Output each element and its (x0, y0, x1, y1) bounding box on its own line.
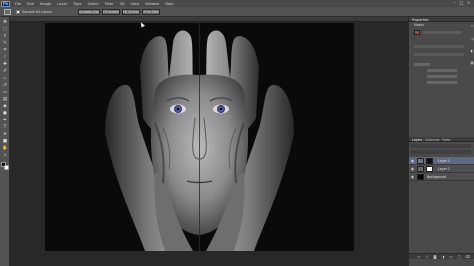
density-slider[interactable] (414, 45, 464, 48)
photoshop-logo: Ps (1, 0, 10, 7)
color-range-button[interactable] (427, 75, 457, 78)
lasso-icon[interactable]: ℓ (2, 34, 8, 39)
menu-layer[interactable]: Layer (54, 2, 70, 6)
layers-footer-bar: ∞ ƒ ◙ ◑ ▭ ▢ ⌫ (409, 253, 474, 259)
options-bar: Sample All Layers Scrubby Zoom Fit Scree… (0, 7, 474, 17)
gradient-icon[interactable]: ▤ (2, 97, 8, 102)
move-icon[interactable]: ✥ (2, 20, 8, 25)
maximize-icon[interactable]: □ (459, 1, 464, 5)
invert-button[interactable] (427, 81, 457, 84)
healing-brush-icon[interactable]: ✚ (2, 62, 8, 67)
sample-all-layers-label: Sample All Layers (22, 9, 53, 14)
layer-thumbnail (417, 158, 424, 164)
layers-filter-bar[interactable] (411, 144, 471, 148)
scrubby-zoom-button[interactable]: Scrubby Zoom (78, 8, 100, 15)
layer-mask-thumbnail-small[interactable] (426, 166, 433, 172)
menu-window[interactable]: Window (142, 2, 162, 6)
group-icon[interactable]: ▭ (449, 255, 453, 259)
properties-panel-header[interactable]: Properties (409, 17, 474, 22)
layer-thumbnail (417, 166, 424, 172)
eraser-icon[interactable]: ▭ (2, 90, 8, 95)
styles-panel-icon[interactable]: ▦ (470, 61, 474, 65)
layer-thumbnail (417, 174, 424, 180)
eye-icon[interactable]: ◉ (411, 175, 415, 179)
properties-title: Properties (412, 17, 429, 22)
document-canvas[interactable] (45, 23, 354, 251)
shape-icon[interactable]: ■ (2, 139, 8, 144)
path-select-icon[interactable]: ➤ (2, 132, 8, 137)
pen-icon[interactable]: ✒ (2, 118, 8, 123)
menu-image[interactable]: Image (37, 2, 54, 6)
layer-row[interactable]: ◉ Background (409, 173, 474, 181)
trash-icon[interactable]: ⌫ (465, 255, 470, 259)
menu-3d[interactable]: 3D (117, 2, 128, 6)
menu-file[interactable]: File (12, 2, 24, 6)
minimize-icon[interactable]: – (452, 1, 457, 5)
clone-stamp-icon[interactable]: ⊥ (2, 76, 8, 81)
type-icon[interactable]: T (2, 125, 8, 130)
menu-filter[interactable]: Filter (102, 2, 117, 6)
menu-help[interactable]: Help (162, 2, 176, 6)
link-icon[interactable]: ∞ (417, 255, 421, 259)
layer-name[interactable]: Background (427, 175, 446, 179)
layer-name[interactable]: Layer 1 (438, 159, 450, 163)
menu-view[interactable]: View (128, 2, 143, 6)
menu-bar: Ps File Edit Image Layer Type Select Fil… (0, 0, 474, 7)
panel-collapse-icon[interactable]: » (470, 24, 474, 28)
fit-screen-button[interactable]: Fit Screen (102, 8, 120, 15)
layer-name[interactable]: Layer 1 (438, 167, 450, 171)
dodge-icon[interactable]: ● (2, 111, 8, 116)
hand-icon[interactable]: ✋ (2, 146, 8, 151)
document-tab-bar (10, 17, 408, 22)
sample-all-layers-checkbox[interactable] (16, 10, 20, 14)
refine-label-row (414, 63, 430, 66)
canvas-artwork (45, 23, 354, 251)
layer-row[interactable]: ◉ Layer 1 (409, 165, 474, 173)
layers-panel-header: Layers Channels Paths (409, 137, 474, 142)
mask-edge-button[interactable] (427, 69, 457, 72)
menu-edit[interactable]: Edit (24, 2, 37, 6)
feather-slider[interactable] (414, 53, 464, 56)
blend-mode-row[interactable] (411, 150, 471, 154)
eye-icon[interactable]: ◉ (411, 159, 415, 163)
crop-icon[interactable]: ⌗ (2, 48, 8, 53)
menu-select[interactable]: Select (85, 2, 102, 6)
history-brush-icon[interactable]: ↺ (2, 83, 8, 88)
properties-subtitle: Masks (414, 23, 424, 27)
history-panel-icon[interactable]: ◷ (470, 37, 474, 41)
brush-icon[interactable]: ✐ (2, 69, 8, 74)
fill-screen-button[interactable]: Fill Screen (122, 8, 140, 15)
new-layer-icon[interactable]: ▢ (457, 255, 461, 259)
print-size-button[interactable]: Print Size (142, 8, 160, 15)
eyedropper-icon[interactable]: ⁄ (2, 55, 8, 60)
right-panel-dock: Properties Masks » ◷ ◐ ▦ Layers Channels… (408, 17, 474, 266)
adjustment-layer-icon[interactable]: ◑ (441, 255, 445, 259)
marquee-icon[interactable]: ⬚ (2, 27, 8, 32)
mask-info-row (423, 31, 461, 34)
background-color-swatch[interactable] (3, 164, 9, 170)
layer-row[interactable]: ◉ Layer 1 (409, 157, 474, 165)
tab-channels[interactable]: Channels (425, 138, 439, 142)
menu-type[interactable]: Type (70, 2, 84, 6)
quick-select-icon[interactable]: ✎ (2, 41, 8, 46)
zoom-tool-icon[interactable] (4, 9, 11, 15)
tab-layers[interactable]: Layers (412, 138, 422, 142)
close-icon[interactable]: × (466, 1, 471, 5)
zoom-icon[interactable]: ⌕ (2, 153, 8, 158)
eye-icon[interactable]: ◉ (411, 167, 415, 171)
layer-mask-thumbnail[interactable] (414, 30, 420, 35)
adjustments-panel-icon[interactable]: ◐ (470, 49, 474, 53)
blur-icon[interactable]: ◆ (2, 104, 8, 109)
tab-paths[interactable]: Paths (442, 138, 450, 142)
add-mask-icon[interactable]: ◙ (433, 255, 437, 259)
layer-mask-thumbnail-small[interactable] (426, 158, 433, 164)
fx-icon[interactable]: ƒ (425, 255, 429, 259)
tools-panel: ✥ ⬚ ℓ ✎ ⌗ ⁄ ✚ ✐ ⊥ ↺ ▭ ▤ ◆ ● ✒ T ➤ ■ ✋ ⌕ (0, 17, 10, 266)
